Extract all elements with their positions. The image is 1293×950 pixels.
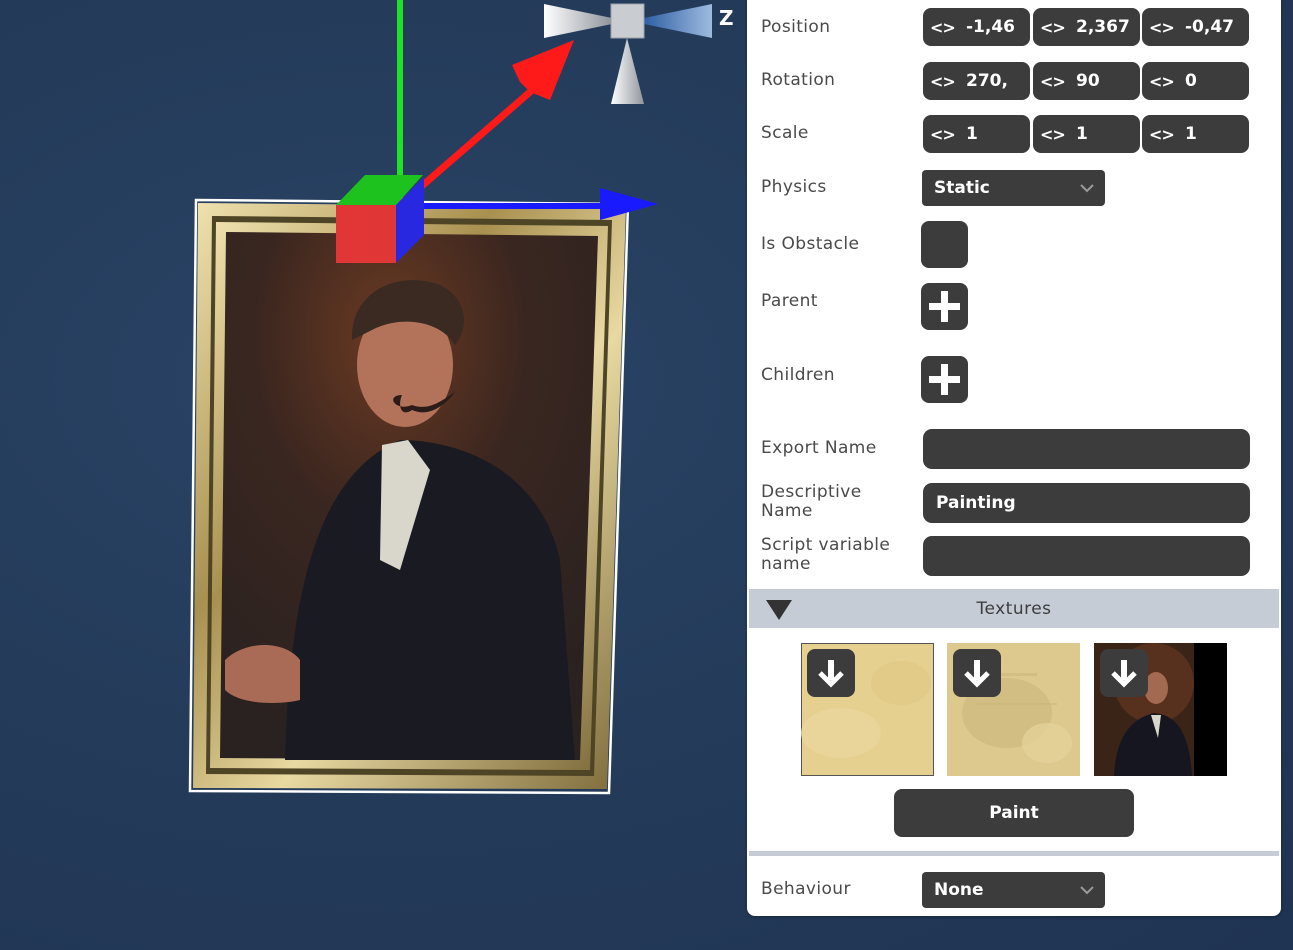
add-parent-button[interactable] bbox=[921, 283, 968, 330]
texture-slot-3[interactable] bbox=[1094, 643, 1227, 776]
scene-viewport[interactable]: Z bbox=[0, 0, 747, 950]
position-z-value: -0,47 bbox=[1185, 17, 1234, 37]
section-divider bbox=[749, 851, 1279, 856]
rotation-z-field[interactable]: <> 0 bbox=[1142, 62, 1249, 100]
children-label: Children bbox=[761, 365, 835, 385]
y-axis-handle[interactable] bbox=[397, 0, 403, 205]
z-axis-label: Z bbox=[719, 6, 734, 30]
scale-z-field[interactable]: <> 1 bbox=[1142, 115, 1249, 153]
chevron-down-icon bbox=[1080, 184, 1094, 193]
is-obstacle-checkbox[interactable] bbox=[921, 221, 968, 268]
descriptive-name-label-line2: Name bbox=[761, 501, 813, 521]
export-name-label: Export Name bbox=[761, 438, 877, 458]
physics-value: Static bbox=[934, 178, 990, 198]
scale-y-field[interactable]: <> 1 bbox=[1033, 115, 1140, 153]
drag-arrows-icon[interactable]: <> bbox=[1149, 72, 1175, 91]
physics-label: Physics bbox=[761, 177, 827, 197]
position-x-value: -1,46 bbox=[966, 17, 1015, 37]
descriptive-name-label-line1: Descriptive bbox=[761, 482, 862, 502]
z-axis-arrow[interactable] bbox=[600, 188, 658, 220]
drag-arrows-icon[interactable]: <> bbox=[930, 72, 956, 91]
add-children-button[interactable] bbox=[921, 356, 968, 403]
rotation-label: Rotation bbox=[761, 70, 836, 90]
texture-slot-2[interactable] bbox=[947, 643, 1080, 776]
parent-label: Parent bbox=[761, 291, 818, 311]
orientation-widget[interactable] bbox=[544, 3, 712, 104]
rotation-y-field[interactable]: <> 90 bbox=[1033, 62, 1140, 100]
position-x-field[interactable]: <> -1,46 bbox=[923, 8, 1030, 46]
script-variable-name-label-line2: name bbox=[761, 554, 811, 574]
rotation-y-value: 90 bbox=[1076, 71, 1100, 91]
chevron-down-icon bbox=[1080, 886, 1094, 895]
drag-arrows-icon[interactable]: <> bbox=[1040, 18, 1066, 37]
plus-icon bbox=[929, 291, 960, 322]
position-y-field[interactable]: <> 2,367 bbox=[1033, 8, 1140, 46]
descriptive-name-input[interactable]: Painting bbox=[923, 483, 1250, 523]
drag-arrows-icon[interactable]: <> bbox=[1149, 18, 1175, 37]
script-variable-name-input[interactable] bbox=[923, 536, 1250, 576]
download-texture-button[interactable] bbox=[1100, 649, 1148, 697]
textures-section-header[interactable]: Textures bbox=[749, 589, 1279, 628]
download-icon bbox=[964, 660, 990, 688]
descriptive-name-label: Descriptive Name bbox=[761, 483, 862, 521]
behaviour-dropdown[interactable]: None bbox=[922, 872, 1105, 908]
is-obstacle-label: Is Obstacle bbox=[761, 234, 860, 254]
script-variable-name-label-line1: Script variable bbox=[761, 535, 891, 555]
drag-arrows-icon[interactable]: <> bbox=[1040, 125, 1066, 144]
behaviour-label: Behaviour bbox=[761, 879, 851, 899]
textures-title: Textures bbox=[976, 599, 1052, 619]
rotation-x-field[interactable]: <> 270, bbox=[923, 62, 1030, 100]
paint-button[interactable]: Paint bbox=[894, 789, 1134, 837]
scale-label: Scale bbox=[761, 123, 809, 143]
inspector-panel: Position <> -1,46 <> 2,367 <> -0,47 Rotatio… bbox=[747, 0, 1281, 916]
position-label: Position bbox=[761, 17, 831, 37]
download-texture-button[interactable] bbox=[807, 649, 855, 697]
drag-arrows-icon[interactable]: <> bbox=[1040, 72, 1066, 91]
scale-y-value: 1 bbox=[1076, 124, 1088, 144]
scale-z-value: 1 bbox=[1185, 124, 1197, 144]
script-variable-name-label: Script variable name bbox=[761, 536, 890, 574]
rotation-z-value: 0 bbox=[1185, 71, 1197, 91]
rotation-x-value: 270, bbox=[966, 71, 1008, 91]
scale-x-field[interactable]: <> 1 bbox=[923, 115, 1030, 153]
texture-slot-1[interactable] bbox=[801, 643, 934, 776]
download-icon bbox=[1111, 660, 1137, 688]
scale-x-value: 1 bbox=[966, 124, 978, 144]
x-axis-arrow[interactable] bbox=[512, 40, 574, 100]
drag-arrows-icon[interactable]: <> bbox=[930, 18, 956, 37]
position-y-value: 2,367 bbox=[1076, 17, 1130, 37]
download-icon bbox=[818, 660, 844, 688]
drag-arrows-icon[interactable]: <> bbox=[930, 125, 956, 144]
descriptive-name-value: Painting bbox=[936, 493, 1016, 513]
painting-object[interactable] bbox=[188, 198, 630, 795]
physics-dropdown[interactable]: Static bbox=[922, 170, 1105, 206]
position-z-field[interactable]: <> -0,47 bbox=[1142, 8, 1249, 46]
drag-arrows-icon[interactable]: <> bbox=[1149, 125, 1175, 144]
export-name-input[interactable] bbox=[923, 429, 1250, 469]
behaviour-value: None bbox=[934, 880, 984, 900]
plus-icon bbox=[929, 364, 960, 395]
download-texture-button[interactable] bbox=[953, 649, 1001, 697]
